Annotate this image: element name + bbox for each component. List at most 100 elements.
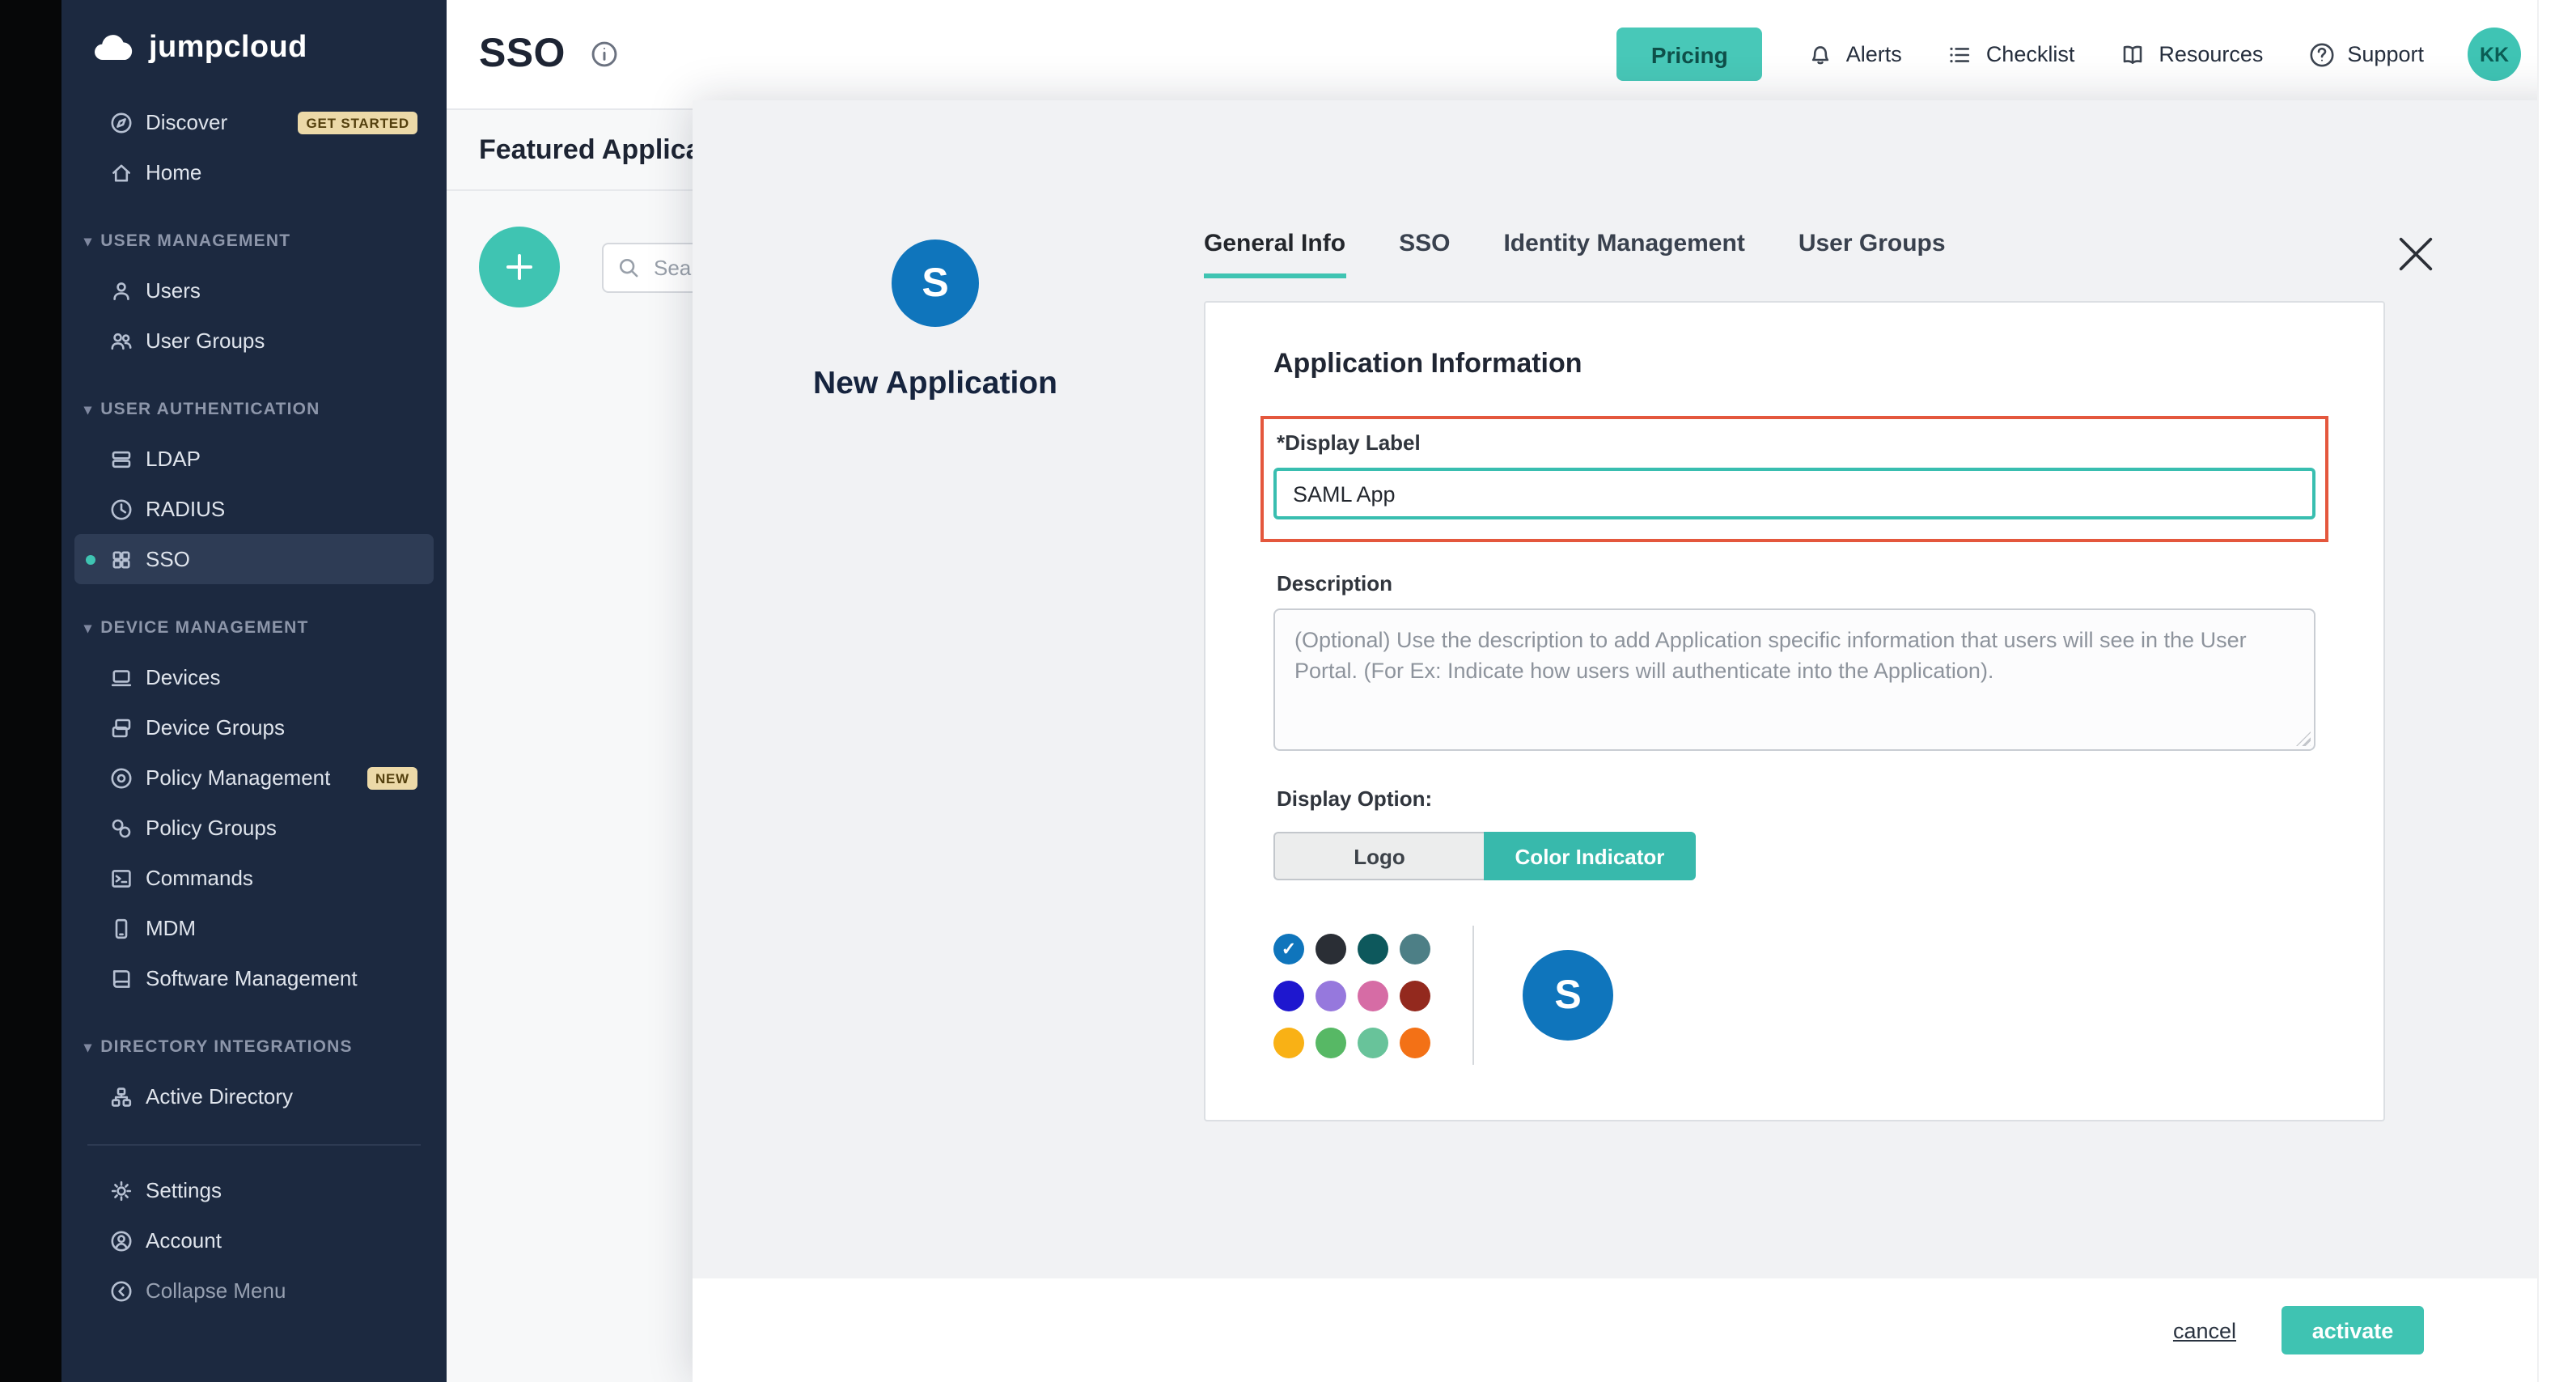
- color-swatch[interactable]: [1316, 1027, 1346, 1058]
- tab-general-info[interactable]: General Info: [1204, 230, 1345, 278]
- sidebar-item-label: Commands: [146, 866, 253, 890]
- info-icon[interactable]: [590, 39, 621, 70]
- color-swatch[interactable]: [1358, 980, 1388, 1011]
- color-swatch[interactable]: [1273, 1027, 1304, 1058]
- sidebar-item-label: Discover: [146, 110, 227, 134]
- server-icon: [108, 446, 134, 472]
- section-title: USER AUTHENTICATION: [100, 399, 320, 418]
- chevron-down-icon: [84, 617, 92, 637]
- sidebar: jumpcloud Discover GET STARTED Home USER…: [61, 0, 447, 1382]
- checklist-icon: [1946, 40, 1975, 69]
- sidebar-section-user-management[interactable]: USER MANAGEMENT: [61, 215, 447, 265]
- color-swatch[interactable]: [1273, 933, 1304, 964]
- resources-link[interactable]: Resources: [2118, 40, 2263, 69]
- sidebar-item-users[interactable]: Users: [74, 265, 434, 316]
- pricing-button[interactable]: Pricing: [1617, 28, 1762, 81]
- app-grid-icon: [108, 546, 134, 572]
- vertical-divider: [1472, 926, 1474, 1065]
- display-label-input[interactable]: [1273, 468, 2315, 519]
- sidebar-item-discover[interactable]: Discover GET STARTED: [74, 97, 434, 147]
- color-swatch[interactable]: [1358, 1027, 1388, 1058]
- application-identity-column: S New Application: [806, 240, 1065, 403]
- add-application-button[interactable]: [479, 227, 560, 307]
- get-started-badge: GET STARTED: [299, 111, 418, 134]
- sidebar-section-directory-integrations[interactable]: DIRECTORY INTEGRATIONS: [61, 1021, 447, 1071]
- sidebar-item-devices[interactable]: Devices: [74, 652, 434, 702]
- application-information-card: Application Information *Display Label D…: [1204, 301, 2385, 1121]
- search-icon: [616, 255, 641, 279]
- sidebar-item-label: Policy Management: [146, 765, 330, 790]
- question-icon: [2307, 40, 2336, 69]
- description-textarea[interactable]: [1273, 608, 2315, 751]
- sidebar-section-user-authentication[interactable]: USER AUTHENTICATION: [61, 384, 447, 434]
- jumpcloud-logo[interactable]: jumpcloud: [61, 0, 447, 97]
- scrollbar-track[interactable]: [2537, 0, 2576, 1382]
- sidebar-item-policy-management[interactable]: Policy Management NEW: [74, 752, 434, 803]
- sidebar-nav: Discover GET STARTED Home USER MANAGEMEN…: [61, 97, 447, 1316]
- sidebar-item-radius[interactable]: RADIUS: [74, 484, 434, 534]
- cancel-button[interactable]: cancel: [2163, 1316, 2246, 1344]
- alerts-link[interactable]: Alerts: [1806, 40, 1902, 69]
- sidebar-item-software-management[interactable]: Software Management: [74, 953, 434, 1003]
- sidebar-item-mdm[interactable]: MDM: [74, 903, 434, 953]
- sidebar-item-label: Software Management: [146, 966, 358, 990]
- modal-tabs: General Info SSO Identity Management Use…: [1204, 220, 2385, 278]
- resources-label: Resources: [2159, 42, 2263, 66]
- sidebar-item-home[interactable]: Home: [74, 147, 434, 197]
- sidebar-item-commands[interactable]: Commands: [74, 853, 434, 903]
- checklist-label: Checklist: [1986, 42, 2075, 66]
- device-group-icon: [108, 714, 134, 740]
- color-swatch[interactable]: [1358, 933, 1388, 964]
- sidebar-item-label: LDAP: [146, 447, 201, 471]
- color-swatch[interactable]: [1400, 980, 1430, 1011]
- sidebar-item-account[interactable]: Account: [74, 1215, 434, 1265]
- logo-option-button[interactable]: Logo: [1273, 832, 1484, 880]
- chevron-down-icon: [84, 399, 92, 418]
- sidebar-item-policy-groups[interactable]: Policy Groups: [74, 803, 434, 853]
- tab-user-groups[interactable]: User Groups: [1799, 230, 1946, 278]
- tab-sso[interactable]: SSO: [1399, 230, 1450, 278]
- color-indicator-row: S: [1273, 926, 2315, 1065]
- sidebar-item-collapse-menu[interactable]: Collapse Menu: [74, 1265, 434, 1316]
- sidebar-item-label: SSO: [146, 547, 190, 571]
- card-title: Application Information: [1273, 348, 2315, 380]
- close-modal-button[interactable]: [2398, 236, 2434, 272]
- sidebar-item-label: Active Directory: [146, 1084, 293, 1109]
- description-label: Description: [1277, 571, 2315, 596]
- sidebar-divider: [87, 1144, 421, 1146]
- sidebar-item-sso[interactable]: SSO: [74, 534, 434, 584]
- color-swatch[interactable]: [1400, 1027, 1430, 1058]
- display-option-toggle: Logo Color Indicator: [1273, 832, 1696, 880]
- user-avatar[interactable]: KK: [2468, 28, 2521, 81]
- modal-main: General Info SSO Identity Management Use…: [1204, 220, 2385, 1121]
- color-swatch[interactable]: [1316, 933, 1346, 964]
- tab-identity-management[interactable]: Identity Management: [1503, 230, 1744, 278]
- display-label-highlight-box: *Display Label: [1260, 416, 2328, 542]
- sidebar-item-settings[interactable]: Settings: [74, 1165, 434, 1215]
- sidebar-item-label: MDM: [146, 916, 196, 940]
- sidebar-item-device-groups[interactable]: Device Groups: [74, 702, 434, 752]
- sidebar-item-ldap[interactable]: LDAP: [74, 434, 434, 484]
- checklist-link[interactable]: Checklist: [1946, 40, 2075, 69]
- support-link[interactable]: Support: [2307, 40, 2424, 69]
- user-group-icon: [108, 328, 134, 354]
- color-swatch[interactable]: [1400, 933, 1430, 964]
- left-black-rail: [0, 0, 61, 1382]
- sidebar-item-label: Devices: [146, 665, 221, 689]
- color-swatch[interactable]: [1316, 980, 1346, 1011]
- compass-icon: [108, 109, 134, 135]
- dial-icon: [108, 496, 134, 522]
- color-swatch-grid: [1273, 933, 1430, 1058]
- sidebar-item-user-groups[interactable]: User Groups: [74, 316, 434, 366]
- color-swatch[interactable]: [1273, 980, 1304, 1011]
- section-title: DIRECTORY INTEGRATIONS: [100, 1036, 353, 1056]
- color-indicator-option-button[interactable]: Color Indicator: [1484, 832, 1696, 880]
- sidebar-section-device-management[interactable]: DEVICE MANAGEMENT: [61, 602, 447, 652]
- page-title: SSO: [479, 31, 566, 78]
- sidebar-item-label: Users: [146, 278, 201, 303]
- activate-button[interactable]: activate: [2282, 1306, 2424, 1354]
- target-icon: [108, 765, 134, 791]
- sidebar-item-active-directory[interactable]: Active Directory: [74, 1071, 434, 1121]
- display-option-label: Display Option:: [1277, 786, 2315, 811]
- description-field: Description: [1273, 571, 2315, 751]
